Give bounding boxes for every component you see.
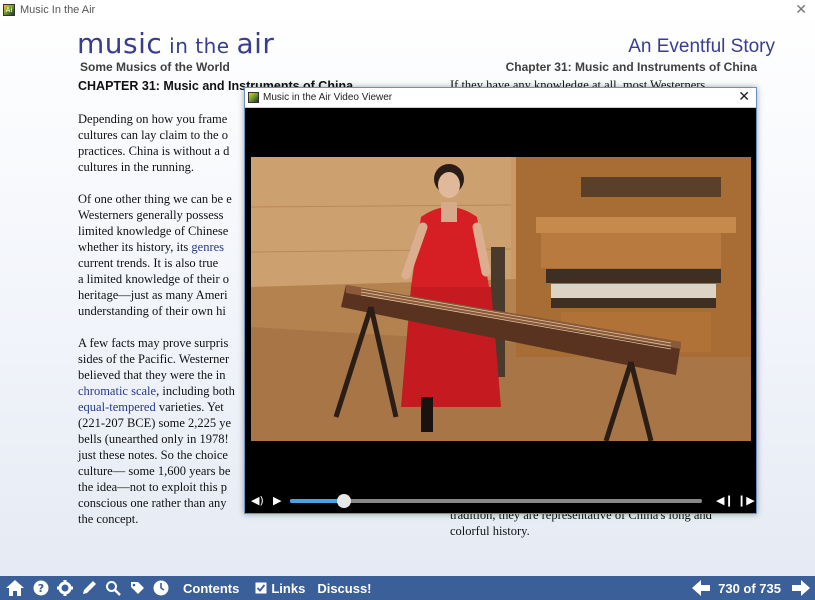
text-line: heritage—just as many Ameri [78, 288, 228, 302]
text-line: conscious one rather than any [78, 496, 227, 510]
logo-word-air: air [236, 27, 275, 60]
window-titlebar: Ai Music In the Air ✕ [0, 0, 815, 20]
svg-text:?: ? [38, 582, 44, 595]
text-line: (221-207 BCE) some 2,225 ye [78, 416, 232, 430]
text-line: Westerners generally possess [78, 208, 224, 222]
text-line: limited knowledge of Chinese [78, 224, 229, 238]
text-line: understanding of their own hi [78, 304, 226, 318]
bookmark-tag-icon[interactable] [129, 576, 145, 600]
step-back-icon[interactable]: ◀❙ [716, 494, 734, 507]
text-line: Of one other thing we can be e [78, 192, 232, 206]
book-subtitle: Some Musics of the World [80, 60, 230, 74]
logo-word-in-the: in the [162, 34, 237, 58]
section-title: An Eventful Story [628, 36, 775, 57]
text-line: sides of the Pacific. Westerner [78, 352, 230, 366]
page-navigator: 730 of 735 [687, 576, 810, 600]
text-line: bells (unearthed only in 1978! [78, 432, 229, 446]
bottom-toolbar: ? Contents Links Discuss! 730 of 735 [0, 576, 815, 600]
app-logo-icon: Ai [3, 4, 15, 16]
previous-page-arrow-icon[interactable] [692, 576, 711, 600]
gear-icon[interactable] [57, 576, 73, 600]
pencil-icon[interactable] [81, 576, 97, 600]
video-viewer-titlebar[interactable]: Music in the Air Video Viewer ✕ [245, 88, 756, 108]
genres-link[interactable]: genres [191, 240, 224, 254]
text-line: , including both [156, 384, 235, 398]
text-line: culture— some 1,600 years be [78, 464, 231, 478]
seek-bar[interactable] [290, 494, 702, 508]
step-forward-icon[interactable]: ❙▶ [737, 494, 755, 507]
music-in-the-air-logo: music in the air [77, 27, 274, 60]
app-logo-icon [248, 92, 259, 103]
discuss-button[interactable]: Discuss! [317, 581, 371, 596]
video-viewer-title: Music in the Air Video Viewer [263, 92, 393, 103]
text-line: colorful history. [450, 524, 530, 538]
equal-tempered-link[interactable]: equal-tempered [78, 400, 156, 414]
text-line: practices. China is without a d [78, 144, 230, 158]
window-close-icon[interactable]: ✕ [795, 2, 807, 18]
text-line: A few facts may prove surpris [78, 336, 229, 350]
next-page-arrow-icon[interactable] [792, 576, 810, 600]
chromatic-scale-link[interactable]: chromatic scale [78, 384, 156, 398]
page-indicator: 730 of 735 [718, 580, 781, 596]
volume-icon[interactable]: ◀) [251, 494, 264, 507]
logo-word-music: music [77, 27, 163, 60]
contents-button[interactable]: Contents [183, 581, 239, 596]
text-line: believed that they were the in [78, 368, 226, 382]
checkbox-icon[interactable] [255, 576, 267, 600]
guzheng-performance-video-still [251, 157, 751, 441]
play-icon[interactable]: ▶ [273, 494, 281, 507]
search-icon[interactable] [105, 576, 121, 600]
text-line: cultures in the running. [78, 160, 194, 174]
text-line: just these notes. So the choice [78, 448, 228, 462]
text-line: Depending on how you frame [78, 112, 228, 126]
clock-icon[interactable] [153, 576, 169, 600]
seek-bar-progress [290, 499, 344, 503]
seek-handle[interactable] [336, 494, 351, 508]
help-icon[interactable]: ? [33, 576, 49, 600]
text-line: a limited knowledge of their o [78, 272, 230, 286]
text-line: the concept. [78, 512, 139, 526]
home-icon[interactable] [5, 576, 25, 600]
text-line: current trends. It is also true [78, 256, 219, 270]
video-controls: ◀) ▶ ◀❙ ❙▶ [245, 489, 756, 513]
links-button[interactable]: Links [271, 581, 305, 596]
window-title: Music In the Air [20, 4, 96, 16]
text-line: whether its history, its [78, 240, 192, 254]
video-viewer-window: Music in the Air Video Viewer ✕ ◀) ▶ ◀❙ … [244, 87, 757, 514]
video-frame[interactable] [251, 157, 751, 441]
text-line: varieties. Yet [155, 400, 224, 414]
text-line: the idea—not to exploit this p [78, 480, 227, 494]
video-viewer-close-icon[interactable]: ✕ [738, 89, 750, 105]
chapter-subtitle: Chapter 31: Music and Instruments of Chi… [505, 60, 757, 74]
text-line: cultures can lay claim to the o [78, 128, 228, 142]
